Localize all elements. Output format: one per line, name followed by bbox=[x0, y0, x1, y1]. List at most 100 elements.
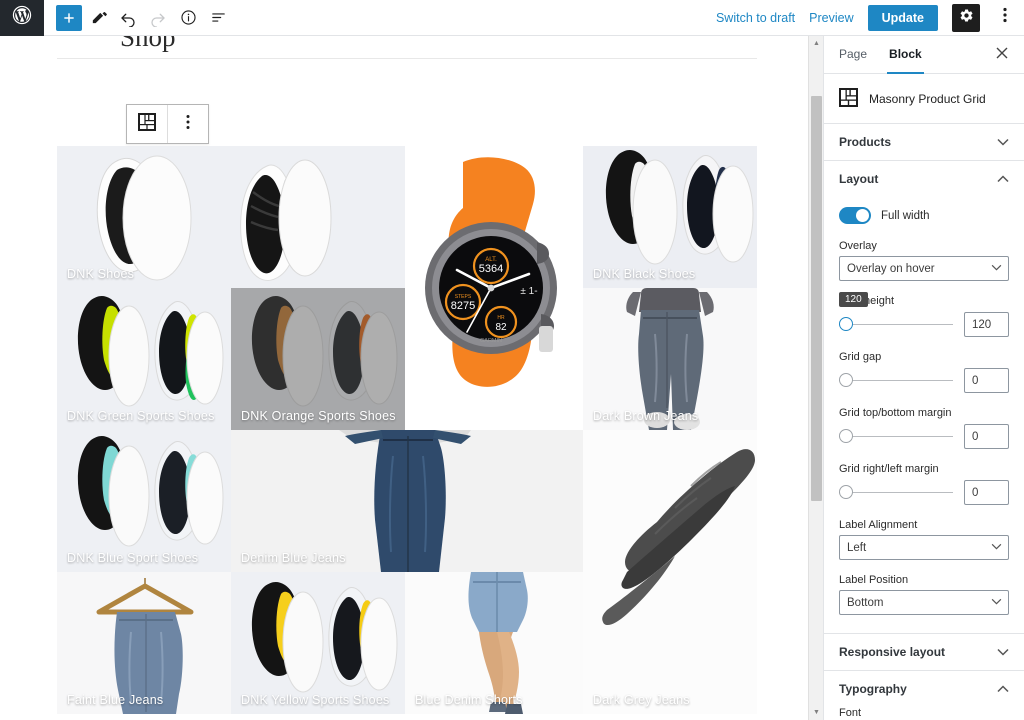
product-tile[interactable]: DNK Yellow Sports Shoes bbox=[231, 572, 405, 714]
product-tile[interactable]: DNK Orange Sports Shoes bbox=[231, 288, 405, 430]
panel-layout-header[interactable]: Layout bbox=[824, 161, 1024, 197]
row-height-field: Row height 120 120 bbox=[839, 292, 1009, 337]
product-tile[interactable]: Blue Denim Shorts bbox=[405, 572, 583, 714]
font-label: Font bbox=[839, 707, 862, 719]
svg-text:82: 82 bbox=[495, 322, 507, 333]
product-tile[interactable]: DNK Green Sports Shoes bbox=[57, 288, 231, 430]
svg-text:HR: HR bbox=[497, 315, 505, 321]
grid-tb-slider-row: 0 bbox=[839, 424, 1009, 449]
product-label: DNK Blue Sport Shoes bbox=[67, 551, 199, 565]
masonry-grid-icon bbox=[839, 87, 858, 110]
grid-tb-slider-track[interactable] bbox=[839, 429, 953, 443]
grid-gap-slider-row: 0 bbox=[839, 368, 1009, 393]
product-tile[interactable]: Dark Grey Jeans bbox=[583, 430, 757, 714]
list-view-button[interactable] bbox=[204, 4, 232, 32]
product-label: DNK Orange Sports Shoes bbox=[241, 409, 396, 423]
close-icon bbox=[996, 47, 1008, 62]
product-image: ALT. 5364 STEPS 8275 HR 82 ± 1- GARMIN bbox=[405, 146, 583, 430]
editor-vertical-scrollbar[interactable]: ▲ ▼ bbox=[808, 36, 823, 720]
svg-text:8275: 8275 bbox=[451, 300, 475, 312]
editor-canvas: Shop DNK Shoes ALT. 5364 STEPS 8275 HR 8… bbox=[0, 36, 808, 720]
grid-gap-input[interactable]: 0 bbox=[964, 368, 1009, 393]
product-tile[interactable]: DNK Blue Sport Shoes bbox=[57, 430, 231, 572]
font-field: Font Helvetica bbox=[839, 707, 1009, 720]
label-alignment-label: Label Alignment bbox=[839, 519, 918, 531]
chevron-up-icon bbox=[997, 172, 1009, 186]
wordpress-logo-button[interactable] bbox=[0, 0, 44, 36]
product-tile[interactable]: ALT. 5364 STEPS 8275 HR 82 ± 1- GARMIN bbox=[405, 146, 583, 430]
chevron-down-icon bbox=[991, 541, 1002, 553]
add-block-button[interactable] bbox=[56, 4, 82, 31]
undo-button[interactable] bbox=[114, 4, 142, 32]
overlay-select[interactable]: Overlay on hover bbox=[839, 256, 1009, 281]
label-alignment-field: Label Alignment Left bbox=[839, 519, 1009, 560]
edit-tool-button[interactable] bbox=[84, 4, 112, 32]
page-title: Shop bbox=[120, 36, 176, 52]
product-label: DNK Shoes bbox=[67, 267, 135, 281]
full-width-toggle[interactable] bbox=[839, 207, 871, 224]
overlay-field: Overlay Overlay on hover bbox=[839, 240, 1009, 281]
row-height-slider-handle[interactable] bbox=[839, 317, 853, 331]
full-width-row: Full width bbox=[839, 207, 1009, 224]
scroll-down-arrow-icon[interactable]: ▼ bbox=[809, 705, 824, 720]
product-tile[interactable]: Dark Brown Jeans bbox=[583, 288, 757, 430]
panel-responsive-header[interactable]: Responsive layout bbox=[824, 634, 1024, 670]
panel-layout: Layout Full width Overlay Overlay on hov… bbox=[824, 161, 1024, 634]
panel-products-title: Products bbox=[839, 135, 892, 149]
tab-page[interactable]: Page bbox=[828, 36, 878, 74]
grid-rl-margin-input[interactable]: 0 bbox=[964, 480, 1009, 505]
grid-gap-slider-track[interactable] bbox=[839, 373, 953, 387]
full-width-label: Full width bbox=[881, 209, 930, 222]
row-height-slider-track[interactable] bbox=[839, 317, 953, 331]
block-type-button[interactable] bbox=[127, 105, 167, 143]
panel-products-header[interactable]: Products bbox=[824, 124, 1024, 160]
tab-block[interactable]: Block bbox=[878, 36, 933, 74]
label-alignment-select[interactable]: Left bbox=[839, 535, 1009, 560]
svg-text:5364: 5364 bbox=[479, 263, 503, 275]
masonry-grid-icon bbox=[138, 112, 156, 136]
switch-to-draft-button[interactable]: Switch to draft bbox=[716, 11, 795, 25]
chevron-down-icon bbox=[991, 262, 1002, 274]
panel-typography: Typography Font Helvetica bbox=[824, 671, 1024, 720]
scroll-up-arrow-icon[interactable]: ▲ bbox=[809, 36, 824, 51]
close-sidebar-button[interactable] bbox=[988, 41, 1016, 69]
product-tile[interactable]: DNK Black Shoes bbox=[583, 146, 757, 288]
label-position-select[interactable]: Bottom bbox=[839, 590, 1009, 615]
row-height-input[interactable]: 120 bbox=[964, 312, 1009, 337]
chevron-up-icon bbox=[997, 682, 1009, 696]
panel-responsive-title: Responsive layout bbox=[839, 645, 946, 659]
block-toolbar bbox=[126, 104, 209, 144]
masonry-product-grid[interactable]: DNK Shoes ALT. 5364 STEPS 8275 HR 82 ± 1… bbox=[57, 112, 757, 714]
grid-top-bottom-margin-label: Grid top/bottom margin bbox=[839, 407, 952, 419]
grid-rl-slider-track[interactable] bbox=[839, 485, 953, 499]
overlay-selected-value: Overlay on hover bbox=[847, 262, 935, 275]
update-button[interactable]: Update bbox=[867, 4, 938, 31]
chevron-down-icon bbox=[997, 135, 1009, 149]
more-options-button[interactable] bbox=[994, 4, 1016, 32]
product-tile[interactable]: Denim Blue Jeans bbox=[231, 430, 583, 572]
wordpress-logo-icon bbox=[11, 4, 33, 31]
details-button[interactable] bbox=[174, 4, 202, 32]
panel-typography-header[interactable]: Typography bbox=[824, 671, 1024, 707]
redo-button[interactable] bbox=[144, 4, 172, 32]
grid-right-left-margin-label: Grid right/left margin bbox=[839, 463, 939, 475]
product-tile[interactable]: DNK Shoes bbox=[57, 146, 405, 288]
grid-tb-slider-handle[interactable] bbox=[839, 429, 853, 443]
product-label: DNK Green Sports Shoes bbox=[67, 409, 215, 423]
block-more-options-button[interactable] bbox=[168, 105, 208, 143]
label-position-field: Label Position Bottom bbox=[839, 574, 1009, 615]
wordpress-block-editor: Switch to draft Preview Update Shop DNK … bbox=[0, 0, 1024, 720]
panel-products: Products bbox=[824, 124, 1024, 161]
vertical-dots-icon bbox=[186, 114, 190, 135]
preview-button[interactable]: Preview bbox=[809, 11, 853, 25]
grid-rl-slider-handle[interactable] bbox=[839, 485, 853, 499]
settings-toggle-button[interactable] bbox=[952, 3, 980, 32]
sidebar-scroll-area: Page Block Masonry Product Grid Products… bbox=[824, 36, 1024, 720]
grid-tb-margin-input[interactable]: 0 bbox=[964, 424, 1009, 449]
sidebar-tabs: Page Block bbox=[824, 36, 1024, 74]
scrollbar-thumb[interactable] bbox=[811, 96, 822, 501]
grid-gap-slider-handle[interactable] bbox=[839, 373, 853, 387]
product-tile[interactable]: Faint Blue Jeans bbox=[57, 572, 231, 714]
row-height-tooltip: 120 bbox=[839, 292, 868, 307]
selected-block-name: Masonry Product Grid bbox=[869, 91, 986, 106]
